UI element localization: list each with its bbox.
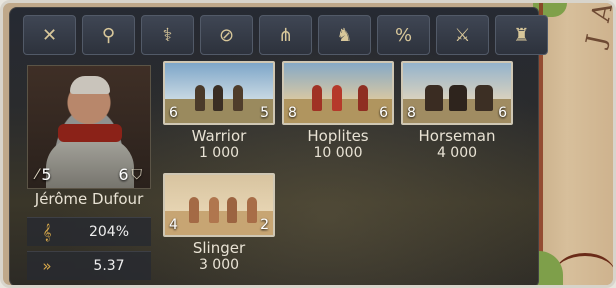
general-name: Jérôme Dufour xyxy=(34,190,144,208)
soldiers-icon: ♞ xyxy=(336,24,353,46)
window-frame: JAC ✕ ⚲ ⚕ ⊘ ⋔ ♞ % ⚔ ♜ ⁄ 5 6 ⛉ Jérôme Duf… xyxy=(0,0,616,288)
swords-soldiers-icon: ⚔ xyxy=(454,24,471,46)
unit-name: Warrior xyxy=(191,127,247,145)
unit-image: 6 5 xyxy=(163,61,275,125)
sword-icon: ⁄ xyxy=(36,166,39,183)
fortify-button[interactable]: ⋔ xyxy=(259,15,312,55)
army-toolbar: ✕ ⚲ ⚕ ⊘ ⋔ ♞ % ⚔ ♜ xyxy=(23,15,548,59)
soldiers-disband-icon: ♜ xyxy=(513,24,530,46)
unit-name: Horseman xyxy=(418,127,496,145)
halt-button[interactable]: ⊘ xyxy=(200,15,253,55)
unit-card-hoplites[interactable]: 8 6 Hoplites 10 000 xyxy=(282,61,394,161)
double-chevron-icon: » xyxy=(42,257,52,275)
unit-name: Hoplites xyxy=(307,127,369,145)
morale-row: 𝄞 204% xyxy=(27,217,151,246)
crossed-arrows-icon: ✕ xyxy=(41,24,58,46)
merge-button[interactable]: ⚔ xyxy=(436,15,489,55)
unit-count: 10 000 xyxy=(313,145,363,161)
map-river xyxy=(555,253,613,285)
map-pin-icon: ⚲ xyxy=(101,24,116,46)
ratio-button[interactable]: % xyxy=(377,15,430,55)
shield-icon: ⛉ xyxy=(131,166,143,183)
forage-button[interactable]: ⚕ xyxy=(141,15,194,55)
disband-button[interactable]: ♜ xyxy=(495,15,548,55)
fence-icon: ⋔ xyxy=(277,24,294,46)
unit-image: 8 6 xyxy=(282,61,394,125)
unit-card-slinger[interactable]: 4 2 Slinger 3 000 xyxy=(163,173,275,273)
set-location-button[interactable]: ⚲ xyxy=(82,15,135,55)
unit-image: 8 6 xyxy=(401,61,513,125)
unit-name: Slinger xyxy=(192,239,246,257)
unit-count: 3 000 xyxy=(198,257,240,273)
trumpet-icon: 𝄞 xyxy=(42,223,52,241)
percent-icon: % xyxy=(394,24,413,46)
unit-card-warrior[interactable]: 6 5 Warrior 1 000 xyxy=(163,61,275,161)
general-portrait[interactable]: ⁄ 5 6 ⛉ xyxy=(27,65,151,189)
shepherd-crook-icon: ⚕ xyxy=(162,24,173,46)
speed-row: » 5.37 xyxy=(27,251,151,280)
map-region-label: JAC xyxy=(580,0,616,49)
unit-card-horseman[interactable]: 8 6 Horseman 4 000 xyxy=(401,61,513,161)
unit-count: 4 000 xyxy=(436,145,478,161)
split-army-button[interactable]: ✕ xyxy=(23,15,76,55)
recruit-button[interactable]: ♞ xyxy=(318,15,371,55)
unit-count: 1 000 xyxy=(198,145,240,161)
unit-image: 4 2 xyxy=(163,173,275,237)
no-entry-icon: ⊘ xyxy=(218,24,235,46)
martial-stat: ⁄ 5 xyxy=(36,165,52,184)
army-panel: ✕ ⚲ ⚕ ⊘ ⋔ ♞ % ⚔ ♜ ⁄ 5 6 ⛉ Jérôme Dufour xyxy=(9,7,548,285)
defense-stat: 6 ⛉ xyxy=(118,165,142,184)
